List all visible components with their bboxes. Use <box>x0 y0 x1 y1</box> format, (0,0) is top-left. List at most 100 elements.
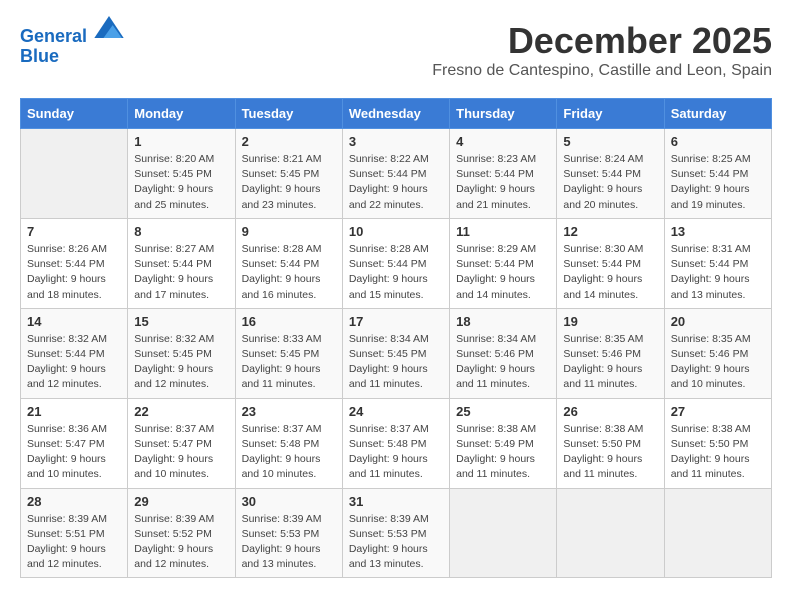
calendar-week-row: 14 Sunrise: 8:32 AM Sunset: 5:44 PM Dayli… <box>21 308 772 398</box>
logo-text: General Blue <box>20 20 124 67</box>
calendar-cell: 26Sunrise: 8:38 AM Sunset: 5:50 PM Dayli… <box>557 398 664 488</box>
top-bar: General Blue December 2025 Fresno de Can… <box>20 20 772 96</box>
calendar-cell: 1 Sunrise: 8:20 AM Sunset: 5:45 PM Daylig… <box>128 129 235 219</box>
month-title: December 2025 <box>432 20 772 62</box>
day-number: 5 <box>563 134 657 149</box>
calendar-cell <box>450 488 557 578</box>
day-info: Sunrise: 8:39 AM Sunset: 5:51 PM Dayligh… <box>27 512 121 573</box>
day-info: Sunrise: 8:23 AM Sunset: 5:44 PM Dayligh… <box>456 152 550 213</box>
day-info: Sunrise: 8:39 AM Sunset: 5:53 PM Dayligh… <box>242 512 336 573</box>
day-number: 20 <box>671 314 765 329</box>
day-number: 11 <box>456 224 550 239</box>
day-number: 29 <box>134 494 228 509</box>
calendar-cell <box>21 129 128 219</box>
day-number: 3 <box>349 134 443 149</box>
logo-icon <box>94 16 124 38</box>
calendar-cell: 4 Sunrise: 8:23 AM Sunset: 5:44 PM Daylig… <box>450 129 557 219</box>
logo-blue: Blue <box>20 46 59 66</box>
day-info: Sunrise: 8:38 AM Sunset: 5:49 PM Dayligh… <box>456 422 550 483</box>
day-number: 21 <box>27 404 121 419</box>
subtitle: Fresno de Cantespino, Castille and Leon,… <box>432 62 772 80</box>
calendar-cell: 3 Sunrise: 8:22 AM Sunset: 5:44 PM Daylig… <box>342 129 449 219</box>
day-info: Sunrise: 8:28 AM Sunset: 5:44 PM Dayligh… <box>242 242 336 303</box>
calendar-cell: 10 Sunrise: 8:28 AM Sunset: 5:44 PM Dayli… <box>342 218 449 308</box>
day-number: 6 <box>671 134 765 149</box>
day-info: Sunrise: 8:27 AM Sunset: 5:44 PM Dayligh… <box>134 242 228 303</box>
calendar-cell <box>557 488 664 578</box>
calendar-week-row: 21Sunrise: 8:36 AM Sunset: 5:47 PM Dayli… <box>21 398 772 488</box>
calendar-cell: 17 Sunrise: 8:34 AM Sunset: 5:45 PM Dayli… <box>342 308 449 398</box>
calendar-cell: 28 Sunrise: 8:39 AM Sunset: 5:51 PM Dayli… <box>21 488 128 578</box>
day-number: 19 <box>563 314 657 329</box>
day-number: 22 <box>134 404 228 419</box>
day-number: 12 <box>563 224 657 239</box>
calendar-week-row: 28 Sunrise: 8:39 AM Sunset: 5:51 PM Dayli… <box>21 488 772 578</box>
col-sunday: Sunday <box>21 99 128 129</box>
day-info: Sunrise: 8:39 AM Sunset: 5:52 PM Dayligh… <box>134 512 228 573</box>
day-number: 15 <box>134 314 228 329</box>
calendar-cell: 8Sunrise: 8:27 AM Sunset: 5:44 PM Daylig… <box>128 218 235 308</box>
day-info: Sunrise: 8:39 AM Sunset: 5:53 PM Dayligh… <box>349 512 443 573</box>
calendar-cell: 24 Sunrise: 8:37 AM Sunset: 5:48 PM Dayli… <box>342 398 449 488</box>
day-number: 31 <box>349 494 443 509</box>
day-number: 14 <box>27 314 121 329</box>
calendar-cell: 2 Sunrise: 8:21 AM Sunset: 5:45 PM Daylig… <box>235 129 342 219</box>
calendar-cell: 7Sunrise: 8:26 AM Sunset: 5:44 PM Daylig… <box>21 218 128 308</box>
calendar-cell <box>664 488 771 578</box>
calendar-cell: 22 Sunrise: 8:37 AM Sunset: 5:47 PM Dayli… <box>128 398 235 488</box>
col-monday: Monday <box>128 99 235 129</box>
day-info: Sunrise: 8:37 AM Sunset: 5:47 PM Dayligh… <box>134 422 228 483</box>
calendar-cell: 5Sunrise: 8:24 AM Sunset: 5:44 PM Daylig… <box>557 129 664 219</box>
day-info: Sunrise: 8:38 AM Sunset: 5:50 PM Dayligh… <box>563 422 657 483</box>
day-info: Sunrise: 8:25 AM Sunset: 5:44 PM Dayligh… <box>671 152 765 213</box>
day-info: Sunrise: 8:37 AM Sunset: 5:48 PM Dayligh… <box>349 422 443 483</box>
day-number: 24 <box>349 404 443 419</box>
calendar-cell: 16 Sunrise: 8:33 AM Sunset: 5:45 PM Dayli… <box>235 308 342 398</box>
logo: General Blue <box>20 20 124 67</box>
calendar-cell: 14 Sunrise: 8:32 AM Sunset: 5:44 PM Dayli… <box>21 308 128 398</box>
day-info: Sunrise: 8:38 AM Sunset: 5:50 PM Dayligh… <box>671 422 765 483</box>
col-saturday: Saturday <box>664 99 771 129</box>
calendar-cell: 27 Sunrise: 8:38 AM Sunset: 5:50 PM Dayli… <box>664 398 771 488</box>
col-wednesday: Wednesday <box>342 99 449 129</box>
calendar-cell: 29 Sunrise: 8:39 AM Sunset: 5:52 PM Dayli… <box>128 488 235 578</box>
day-info: Sunrise: 8:34 AM Sunset: 5:45 PM Dayligh… <box>349 332 443 393</box>
col-tuesday: Tuesday <box>235 99 342 129</box>
day-info: Sunrise: 8:21 AM Sunset: 5:45 PM Dayligh… <box>242 152 336 213</box>
calendar-cell: 15 Sunrise: 8:32 AM Sunset: 5:45 PM Dayli… <box>128 308 235 398</box>
calendar-cell: 25Sunrise: 8:38 AM Sunset: 5:49 PM Dayli… <box>450 398 557 488</box>
day-number: 23 <box>242 404 336 419</box>
logo-general: General <box>20 26 87 46</box>
day-info: Sunrise: 8:30 AM Sunset: 5:44 PM Dayligh… <box>563 242 657 303</box>
day-number: 9 <box>242 224 336 239</box>
day-info: Sunrise: 8:20 AM Sunset: 5:45 PM Dayligh… <box>134 152 228 213</box>
day-info: Sunrise: 8:35 AM Sunset: 5:46 PM Dayligh… <box>563 332 657 393</box>
day-number: 30 <box>242 494 336 509</box>
day-info: Sunrise: 8:22 AM Sunset: 5:44 PM Dayligh… <box>349 152 443 213</box>
day-info: Sunrise: 8:32 AM Sunset: 5:45 PM Dayligh… <box>134 332 228 393</box>
calendar-cell: 9 Sunrise: 8:28 AM Sunset: 5:44 PM Daylig… <box>235 218 342 308</box>
calendar-cell: 20Sunrise: 8:35 AM Sunset: 5:46 PM Dayli… <box>664 308 771 398</box>
day-info: Sunrise: 8:31 AM Sunset: 5:44 PM Dayligh… <box>671 242 765 303</box>
calendar-cell: 21Sunrise: 8:36 AM Sunset: 5:47 PM Dayli… <box>21 398 128 488</box>
day-number: 4 <box>456 134 550 149</box>
calendar-cell: 23Sunrise: 8:37 AM Sunset: 5:48 PM Dayli… <box>235 398 342 488</box>
day-number: 17 <box>349 314 443 329</box>
day-number: 27 <box>671 404 765 419</box>
calendar-cell: 6 Sunrise: 8:25 AM Sunset: 5:44 PM Daylig… <box>664 129 771 219</box>
day-number: 18 <box>456 314 550 329</box>
day-info: Sunrise: 8:28 AM Sunset: 5:44 PM Dayligh… <box>349 242 443 303</box>
col-friday: Friday <box>557 99 664 129</box>
day-number: 2 <box>242 134 336 149</box>
day-number: 10 <box>349 224 443 239</box>
day-info: Sunrise: 8:33 AM Sunset: 5:45 PM Dayligh… <box>242 332 336 393</box>
day-number: 1 <box>134 134 228 149</box>
day-info: Sunrise: 8:34 AM Sunset: 5:46 PM Dayligh… <box>456 332 550 393</box>
day-info: Sunrise: 8:32 AM Sunset: 5:44 PM Dayligh… <box>27 332 121 393</box>
calendar-cell: 19 Sunrise: 8:35 AM Sunset: 5:46 PM Dayli… <box>557 308 664 398</box>
calendar-cell: 11 Sunrise: 8:29 AM Sunset: 5:44 PM Dayli… <box>450 218 557 308</box>
day-number: 16 <box>242 314 336 329</box>
day-info: Sunrise: 8:29 AM Sunset: 5:44 PM Dayligh… <box>456 242 550 303</box>
day-number: 28 <box>27 494 121 509</box>
day-info: Sunrise: 8:26 AM Sunset: 5:44 PM Dayligh… <box>27 242 121 303</box>
